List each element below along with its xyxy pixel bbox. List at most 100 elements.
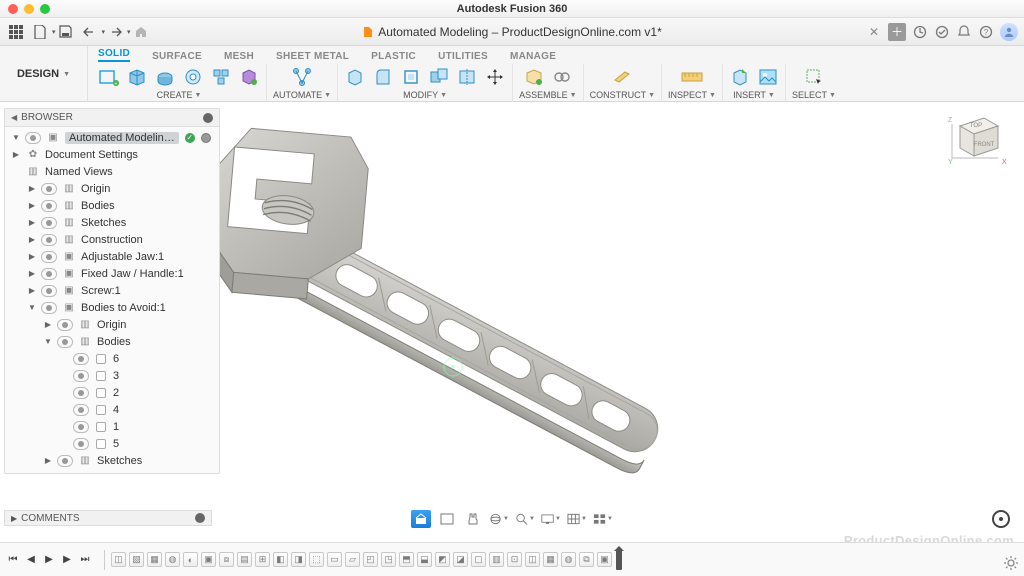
timeline-feature[interactable]: ▥ bbox=[489, 552, 504, 567]
data-panel-icon[interactable] bbox=[6, 22, 26, 42]
tree-item[interactable]: Adjustable Jaw:1 bbox=[81, 251, 164, 263]
timeline-feature[interactable]: ⧈ bbox=[219, 552, 234, 567]
tree-item[interactable]: Construction bbox=[81, 234, 143, 246]
job-status-icon[interactable] bbox=[934, 24, 950, 40]
timeline-skip-start-icon[interactable]: ⏮ bbox=[6, 553, 20, 567]
group-create[interactable]: CREATE▼ bbox=[157, 90, 202, 100]
sketch-icon[interactable]: + bbox=[98, 66, 120, 88]
tab-utilities[interactable]: UTILITIES bbox=[438, 51, 488, 62]
notifications-icon[interactable] bbox=[956, 24, 972, 40]
tree-item[interactable]: Fixed Jaw / Handle:1 bbox=[81, 268, 184, 280]
timeline-feature[interactable]: ⊡ bbox=[507, 552, 522, 567]
twisty-icon[interactable]: ▶ bbox=[11, 150, 21, 159]
visibility-icon[interactable] bbox=[41, 285, 57, 297]
timeline-feature[interactable]: ⬓ bbox=[417, 552, 432, 567]
twisty-icon[interactable]: ▶ bbox=[27, 218, 37, 227]
visibility-icon[interactable] bbox=[73, 353, 89, 365]
group-insert[interactable]: INSERT▼ bbox=[733, 90, 775, 100]
automate-icon[interactable] bbox=[291, 66, 313, 88]
tab-sheet-metal[interactable]: SHEET METAL bbox=[276, 51, 349, 62]
timeline-feature[interactable]: ◫ bbox=[111, 552, 126, 567]
radio-badge[interactable] bbox=[201, 133, 211, 143]
nav-views-icon[interactable]: ▼ bbox=[593, 510, 613, 528]
group-select[interactable]: SELECT▼ bbox=[792, 90, 836, 100]
timeline-feature[interactable]: ◐ bbox=[183, 552, 198, 567]
twisty-icon[interactable]: ▶ bbox=[27, 201, 37, 210]
fillet-icon[interactable] bbox=[372, 66, 394, 88]
viewcube[interactable]: TOP FRONT Z Y X bbox=[944, 106, 1008, 170]
tree-item[interactable]: Bodies bbox=[81, 200, 115, 212]
shell-icon[interactable] bbox=[400, 66, 422, 88]
tree-item[interactable]: 4 bbox=[113, 404, 119, 416]
timeline-feature[interactable]: ▦ bbox=[147, 552, 162, 567]
combine-icon[interactable] bbox=[428, 66, 450, 88]
nav-zoom-icon[interactable]: ▼ bbox=[515, 510, 535, 528]
tree-item[interactable]: 5 bbox=[113, 438, 119, 450]
extensions-icon[interactable] bbox=[912, 24, 928, 40]
tree-item[interactable]: 3 bbox=[113, 370, 119, 382]
visibility-icon[interactable] bbox=[57, 455, 73, 467]
twisty-icon[interactable]: ▶ bbox=[43, 320, 53, 329]
tab-plastic[interactable]: PLASTIC bbox=[371, 51, 416, 62]
timeline-step-fwd-icon[interactable]: ▶ bbox=[60, 553, 74, 567]
timeline-feature[interactable]: ▤ bbox=[237, 552, 252, 567]
visibility-icon[interactable] bbox=[41, 200, 57, 212]
visibility-icon[interactable] bbox=[41, 234, 57, 246]
timeline-feature[interactable]: ▧ bbox=[129, 552, 144, 567]
timeline-feature[interactable]: ⬒ bbox=[399, 552, 414, 567]
help-icon[interactable]: ? bbox=[978, 24, 994, 40]
twisty-icon[interactable]: ▶ bbox=[27, 235, 37, 244]
timeline-feature[interactable]: ▢ bbox=[471, 552, 486, 567]
joint-icon[interactable] bbox=[551, 66, 573, 88]
undo-icon[interactable] bbox=[80, 22, 100, 42]
tree-item[interactable]: Screw:1 bbox=[81, 285, 121, 297]
timeline-play-icon[interactable]: ▶ bbox=[42, 553, 56, 567]
tree-item[interactable]: 1 bbox=[113, 421, 119, 433]
presspull-icon[interactable] bbox=[344, 66, 366, 88]
root-node[interactable]: Automated Modelin… bbox=[65, 132, 179, 144]
nav-display-icon[interactable]: ▼ bbox=[541, 510, 561, 528]
nav-home-icon[interactable] bbox=[411, 510, 431, 528]
timeline-feature[interactable]: ▭ bbox=[327, 552, 342, 567]
revolve-icon[interactable] bbox=[154, 66, 176, 88]
tree-item[interactable]: Sketches bbox=[81, 217, 126, 229]
file-menu-icon[interactable] bbox=[30, 22, 50, 42]
timeline-feature[interactable]: ▣ bbox=[201, 552, 216, 567]
timeline-feature[interactable]: ◍ bbox=[165, 552, 180, 567]
decal-icon[interactable] bbox=[757, 66, 779, 88]
pattern-icon[interactable] bbox=[210, 66, 232, 88]
twisty-icon[interactable]: ▶ bbox=[43, 456, 53, 465]
tree-item[interactable]: Bodies bbox=[97, 336, 131, 348]
twisty-icon[interactable]: ▶ bbox=[27, 286, 37, 295]
tree-item[interactable]: Origin bbox=[97, 319, 126, 331]
visibility-icon[interactable] bbox=[57, 319, 73, 331]
plane-icon[interactable] bbox=[611, 66, 633, 88]
timeline-feature[interactable]: ◪ bbox=[453, 552, 468, 567]
visibility-icon[interactable] bbox=[41, 217, 57, 229]
group-construct[interactable]: CONSTRUCT▼ bbox=[590, 90, 655, 100]
tab-surface[interactable]: SURFACE bbox=[152, 51, 202, 62]
tree-item[interactable]: 6 bbox=[113, 353, 119, 365]
workspace-switcher[interactable]: DESIGN▼ bbox=[0, 46, 88, 102]
tree-item[interactable]: Bodies to Avoid:1 bbox=[81, 302, 166, 314]
visibility-icon[interactable] bbox=[57, 336, 73, 348]
nav-pan-icon[interactable] bbox=[463, 510, 483, 528]
group-assemble[interactable]: ASSEMBLE▼ bbox=[519, 90, 576, 100]
visibility-icon[interactable] bbox=[41, 268, 57, 280]
collapse-icon[interactable]: ▼ bbox=[11, 133, 21, 142]
group-automate[interactable]: AUTOMATE▼ bbox=[273, 90, 331, 100]
timeline-feature[interactable]: ◰ bbox=[363, 552, 378, 567]
timeline-feature[interactable]: ◩ bbox=[435, 552, 450, 567]
twisty-icon[interactable]: ▶ bbox=[27, 269, 37, 278]
tab-solid[interactable]: SOLID bbox=[98, 48, 130, 62]
box-icon[interactable] bbox=[126, 66, 148, 88]
timeline-skip-end-icon[interactable]: ⏭ bbox=[78, 553, 92, 567]
move-icon[interactable] bbox=[484, 66, 506, 88]
sweep-icon[interactable] bbox=[182, 66, 204, 88]
visibility-icon[interactable] bbox=[73, 387, 89, 399]
tree-item[interactable]: Sketches bbox=[97, 455, 142, 467]
visibility-icon[interactable] bbox=[73, 438, 89, 450]
derive-icon[interactable] bbox=[729, 66, 751, 88]
timeline-feature[interactable]: ⬚ bbox=[309, 552, 324, 567]
visibility-icon[interactable] bbox=[41, 302, 57, 314]
